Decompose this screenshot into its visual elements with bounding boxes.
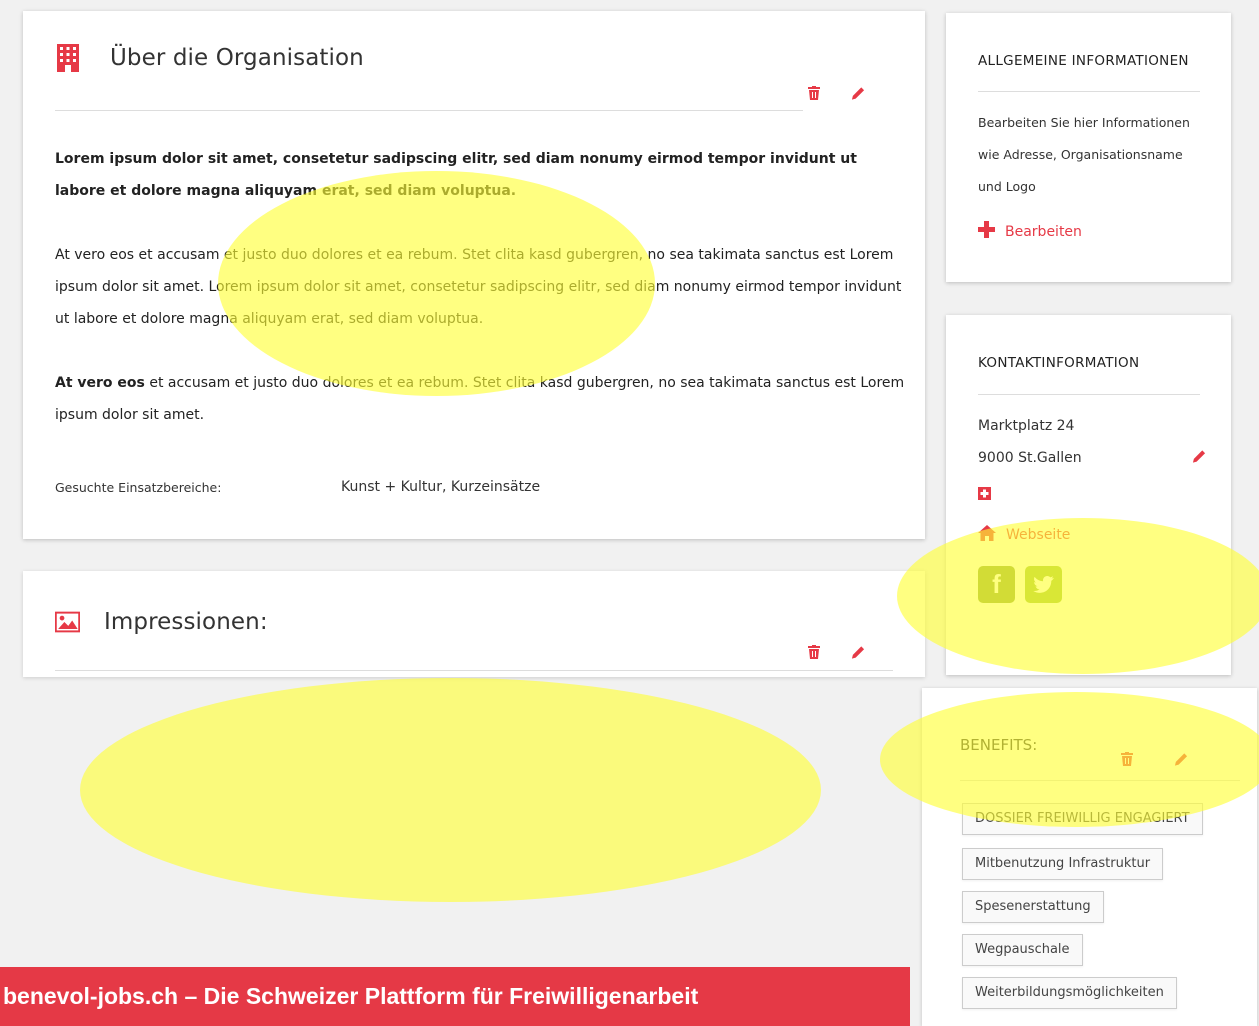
- home-icon: [978, 525, 996, 545]
- about-paragraph-1: Lorem ipsum dolor sit amet, consetetur s…: [55, 151, 857, 199]
- benefit-tag: Wegpauschale: [962, 934, 1083, 966]
- contact-heading: KONTAKTINFORMATION: [978, 355, 1140, 371]
- pencil-icon[interactable]: [851, 645, 865, 659]
- impressions-actions: [807, 645, 865, 659]
- benefit-tag: Spesenerstattung: [962, 891, 1104, 923]
- contact-card: KONTAKTINFORMATION Marktplatz 24 9000 St…: [946, 315, 1231, 675]
- pencil-icon[interactable]: [1192, 449, 1206, 463]
- plus-icon: [978, 221, 995, 242]
- trash-icon[interactable]: [807, 645, 821, 659]
- general-info-line-1: Bearbeiten Sie hier Informationen: [978, 115, 1190, 130]
- einsatz-label: Gesuchte Einsatzbereiche:: [55, 480, 222, 495]
- about-title-row: Über die Organisation: [55, 43, 364, 73]
- about-paragraph-2: At vero eos et accusam et justo duo dolo…: [55, 247, 902, 327]
- benefits-card: BENEFITS: DOSSIER FREIWILLIG ENGAGIERT M…: [922, 688, 1257, 1026]
- contact-street: Marktplatz 24: [978, 418, 1075, 434]
- trash-icon[interactable]: [1120, 752, 1134, 766]
- pencil-icon[interactable]: [851, 86, 865, 100]
- general-info-divider: [978, 91, 1200, 92]
- website-link[interactable]: Webseite: [978, 525, 1070, 545]
- impressions-title: Impressionen:: [104, 609, 268, 635]
- twitter-icon[interactable]: [1025, 566, 1062, 603]
- benefits-divider: [960, 780, 1240, 781]
- swiss-flag-icon: [978, 487, 991, 505]
- about-card: Über die Organisation Lorem ipsum dolor …: [23, 11, 925, 539]
- impressions-divider: [55, 670, 893, 671]
- bottom-banner: benevol-jobs.ch – Die Schweizer Plattfor…: [0, 967, 910, 1026]
- general-info-card: ALLGEMEINE INFORMATIONEN Bearbeiten Sie …: [946, 13, 1231, 282]
- benefit-tag: DOSSIER FREIWILLIG ENGAGIERT: [962, 803, 1203, 835]
- contact-address: Marktplatz 24 9000 St.Gallen: [978, 410, 1208, 474]
- general-info-text: Bearbeiten Sie hier Informationen wie Ad…: [978, 107, 1208, 203]
- general-info-heading: ALLGEMEINE INFORMATIONEN: [978, 53, 1189, 69]
- benefits-actions: [1120, 752, 1188, 766]
- impressions-title-row: Impressionen:: [55, 607, 268, 637]
- impressions-card: Impressionen:: [23, 571, 925, 677]
- about-actions: [807, 86, 865, 100]
- einsatz-value: Kunst + Kultur, Kurzeinsätze: [341, 479, 541, 495]
- building-icon: [55, 43, 80, 73]
- about-paragraph-3-rest: et accusam et justo duo dolores et ea re…: [55, 375, 905, 423]
- about-title: Über die Organisation: [110, 45, 364, 71]
- about-description: Lorem ipsum dolor sit amet, consetetur s…: [55, 143, 905, 463]
- facebook-icon[interactable]: f: [978, 566, 1015, 603]
- about-paragraph-3-bold: At vero eos: [55, 375, 145, 391]
- benefit-tag: Mitbenutzung Infrastruktur: [962, 848, 1164, 880]
- image-icon: [55, 607, 80, 637]
- benefits-heading: BENEFITS:: [960, 736, 1038, 754]
- contact-city: 9000 St.Gallen: [978, 450, 1082, 466]
- contact-divider: [978, 394, 1200, 395]
- general-info-line-3: und Logo: [978, 179, 1036, 194]
- social-links: f: [978, 566, 1062, 603]
- trash-icon[interactable]: [807, 86, 821, 100]
- benefit-tag: Weiterbildungsmöglichkeiten: [962, 977, 1177, 1009]
- edit-general-info-label: Bearbeiten: [1005, 223, 1082, 240]
- about-divider: [55, 110, 803, 111]
- pencil-icon[interactable]: [1174, 752, 1188, 766]
- highlight-overlay: [80, 678, 821, 902]
- website-label: Webseite: [1006, 527, 1071, 543]
- banner-text: benevol-jobs.ch – Die Schweizer Plattfor…: [3, 983, 699, 1009]
- about-paragraph-3: At vero eos et accusam et justo duo dolo…: [55, 367, 905, 431]
- general-info-line-2: wie Adresse, Organisationsname: [978, 147, 1183, 162]
- edit-general-info-link[interactable]: Bearbeiten: [978, 221, 1082, 242]
